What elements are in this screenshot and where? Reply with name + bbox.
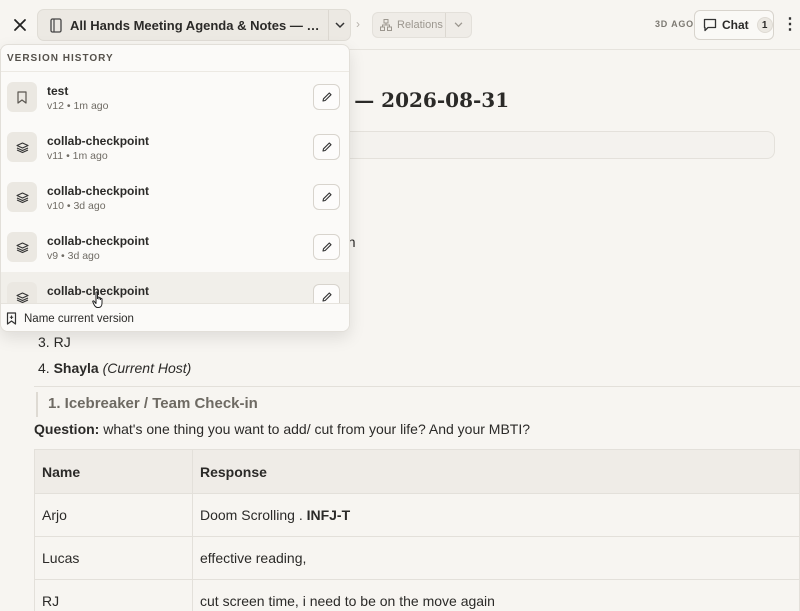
version-meta: v11 • 1m ago — [47, 150, 108, 162]
version-item[interactable]: collab-checkpoint v10 • 3d ago — [1, 172, 349, 222]
chat-count-badge: 1 — [756, 17, 773, 33]
edit-version-button[interactable] — [313, 184, 340, 210]
table-header-row: Name Response — [34, 449, 800, 494]
pencil-icon — [321, 142, 332, 152]
relations-dropdown-button[interactable] — [445, 13, 471, 37]
list-number: 4. — [38, 360, 50, 376]
table-row: Arjo Doom Scrolling . INFJ-T — [34, 493, 800, 537]
version-history-panel: VERSION HISTORY test v12 • 1m ago collab… — [0, 44, 350, 332]
question-label: Question: — [34, 421, 100, 437]
version-item[interactable]: test v12 • 1m ago — [1, 72, 349, 122]
cell-text: Doom Scrolling . — [200, 507, 307, 523]
version-item[interactable]: collab-checkpoint v11 • 1m ago — [1, 122, 349, 172]
name-current-version-label: Name current version — [24, 312, 134, 325]
close-button[interactable] — [2, 7, 38, 43]
document-icon — [42, 17, 70, 33]
version-name: collab-checkpoint — [47, 184, 150, 198]
bookmark-icon — [7, 82, 37, 112]
chevron-down-icon — [334, 21, 345, 28]
version-name: collab-checkpoint — [47, 134, 150, 148]
hand-cursor-icon — [92, 291, 103, 308]
relations-label: Relations — [397, 19, 443, 31]
pencil-icon — [321, 242, 332, 252]
question-text: what's one thing you want to add/ cut fr… — [99, 421, 531, 437]
version-item[interactable]: collab-checkpoint v9 • 3d ago — [1, 222, 349, 272]
layers-icon — [7, 232, 37, 262]
pencil-icon — [321, 92, 332, 102]
host-name: Shayla — [53, 360, 99, 376]
table-cell[interactable]: RJ — [34, 579, 193, 611]
version-name: collab-checkpoint — [47, 234, 150, 248]
chat-icon — [703, 18, 717, 32]
edit-version-button[interactable] — [313, 234, 340, 260]
title-dropdown-button[interactable] — [328, 10, 350, 40]
section-marker — [36, 392, 38, 417]
question-paragraph: Question: what's one thing you want to a… — [34, 421, 530, 437]
layers-icon — [7, 132, 37, 162]
top-bar: All Hands Meeting Agenda & Notes — 2026-… — [0, 0, 800, 50]
cell-bold-text: INFJ-T — [306, 507, 351, 523]
page-title: s — 2026-08-31 — [336, 88, 510, 112]
version-list[interactable]: test v12 • 1m ago collab-checkpoint v11 … — [1, 71, 349, 303]
document-title: All Hands Meeting Agenda & Notes — 2026-… — [70, 17, 326, 33]
version-history-heading: VERSION HISTORY — [7, 53, 114, 64]
pencil-icon — [321, 292, 332, 302]
host-note: (Current Host) — [102, 360, 192, 376]
relations-button[interactable]: Relations — [372, 12, 472, 38]
host-list-item: 3. RJ — [38, 334, 71, 350]
bookmark-add-icon — [6, 312, 17, 325]
document-title-selector[interactable]: All Hands Meeting Agenda & Notes — 2026-… — [37, 9, 351, 41]
divider — [34, 386, 800, 387]
version-meta: v10 • 3d ago — [47, 200, 106, 212]
pencil-icon — [321, 192, 332, 202]
name-current-version-button[interactable]: Name current version — [1, 303, 349, 331]
table-cell[interactable]: Doom Scrolling . INFJ-T — [192, 493, 800, 537]
table-row: Lucas effective reading, — [34, 536, 800, 580]
close-icon — [14, 18, 26, 31]
layers-icon — [7, 282, 37, 303]
column-header: Response — [192, 449, 800, 494]
table-cell[interactable]: effective reading, — [192, 536, 800, 580]
host-name: RJ — [53, 334, 71, 350]
table-cell[interactable]: Arjo — [34, 493, 193, 537]
layers-icon — [7, 182, 37, 212]
last-updated-label: 3D AGO — [655, 19, 694, 29]
table-cell[interactable]: cut screen time, i need to be on the mov… — [192, 579, 800, 611]
responses-table: Name Response Arjo Doom Scrolling . INFJ… — [34, 449, 800, 611]
chat-label: Chat — [722, 18, 749, 32]
table-cell[interactable]: Lucas — [34, 536, 193, 580]
edit-version-button[interactable] — [313, 284, 340, 303]
chevron-down-icon — [454, 22, 463, 28]
list-number: 3. — [38, 334, 50, 350]
column-header: Name — [34, 449, 193, 494]
more-options-icon[interactable]: ⋮ — [782, 14, 798, 34]
host-list-item: 4. Shayla (Current Host) — [38, 360, 191, 376]
version-item[interactable]: collab-checkpoint — [1, 272, 349, 303]
relations-icon — [375, 19, 397, 31]
version-meta: v12 • 1m ago — [47, 100, 109, 112]
callout-block — [340, 131, 775, 159]
table-row: RJ cut screen time, i need to be on the … — [34, 579, 800, 611]
chat-button[interactable]: Chat 1 — [694, 10, 774, 40]
edit-version-button[interactable] — [313, 134, 340, 160]
edit-version-button[interactable] — [313, 84, 340, 110]
version-name: test — [47, 84, 69, 98]
version-meta: v9 • 3d ago — [47, 250, 100, 262]
chevron-right-icon: › — [356, 17, 360, 31]
section-heading: 1. Icebreaker / Team Check-in — [48, 395, 258, 412]
